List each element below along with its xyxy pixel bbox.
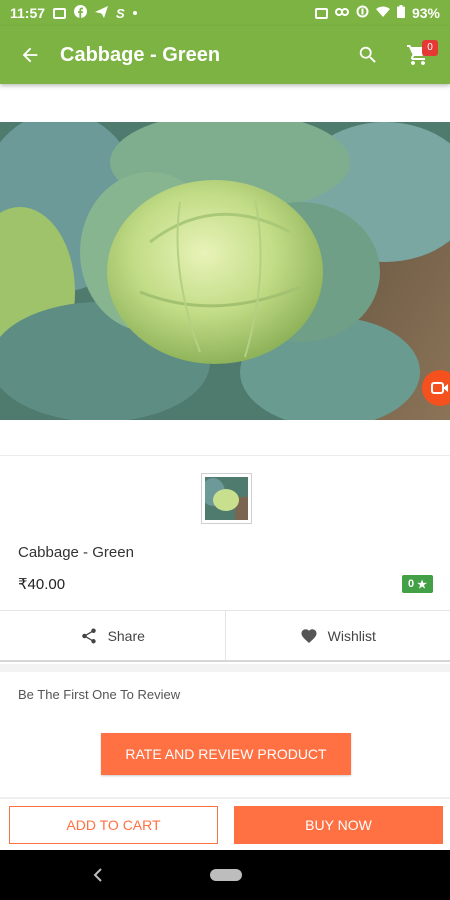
facebook-icon [74, 5, 88, 21]
cart-button[interactable]: 0 [396, 26, 440, 84]
wishlist-button[interactable]: Wishlist [224, 611, 450, 660]
product-image[interactable] [0, 122, 450, 420]
status-bar: 11:57 S 93% [0, 0, 450, 26]
review-prompt: Be The First One To Review [18, 687, 181, 702]
section-divider [0, 664, 450, 672]
share-button[interactable]: Share [0, 611, 225, 660]
add-to-cart-button[interactable]: ADD TO CART [9, 806, 218, 844]
s-app-icon: S [116, 5, 125, 21]
cart-count-badge: 0 [422, 40, 438, 56]
nav-home-pill[interactable] [210, 869, 242, 881]
back-button[interactable] [0, 26, 60, 84]
rating-badge: 0 ★ [402, 575, 433, 593]
app-bar: Cabbage - Green 0 [0, 26, 450, 84]
arrow-back-icon [22, 47, 38, 63]
battery-percent: 93% [411, 5, 440, 21]
bottom-divider [0, 797, 450, 799]
wifi-icon [375, 6, 390, 20]
video-button[interactable] [422, 370, 450, 406]
rating-value: 0 [408, 578, 415, 590]
vibrate-icon [314, 7, 328, 19]
status-time: 11:57 [10, 5, 46, 21]
product-name: Cabbage - Green [18, 544, 134, 561]
search-button[interactable] [346, 26, 390, 84]
divider [0, 455, 450, 456]
search-icon [359, 46, 376, 63]
dot-icon [132, 11, 137, 15]
star-icon: ★ [417, 578, 427, 591]
product-thumbnail[interactable] [201, 473, 252, 524]
data-saver-icon [356, 5, 369, 21]
system-icons: 93% [314, 5, 440, 21]
rate-review-button[interactable]: RATE AND REVIEW PRODUCT [101, 733, 351, 775]
heart-icon [301, 628, 317, 643]
video-icon [431, 382, 448, 394]
share-icon [81, 627, 96, 643]
notification-icons: S [53, 5, 137, 21]
wishlist-label: Wishlist [327, 627, 376, 644]
action-bar: Share Wishlist [0, 610, 450, 662]
product-price: ₹40.00 [18, 576, 66, 593]
image-icon [53, 7, 67, 19]
share-label: Share [107, 627, 145, 644]
page-title: Cabbage - Green [60, 43, 221, 66]
battery-icon [396, 5, 405, 21]
send-icon [95, 5, 109, 21]
buy-now-button[interactable]: BUY NOW [234, 806, 443, 844]
link-icon [334, 6, 349, 20]
system-nav-bar [0, 850, 450, 900]
nav-back-icon[interactable] [88, 863, 108, 887]
product-detail-screen: 11:57 S 93% Cabbage - Green 0 Cabbage - … [0, 0, 450, 900]
